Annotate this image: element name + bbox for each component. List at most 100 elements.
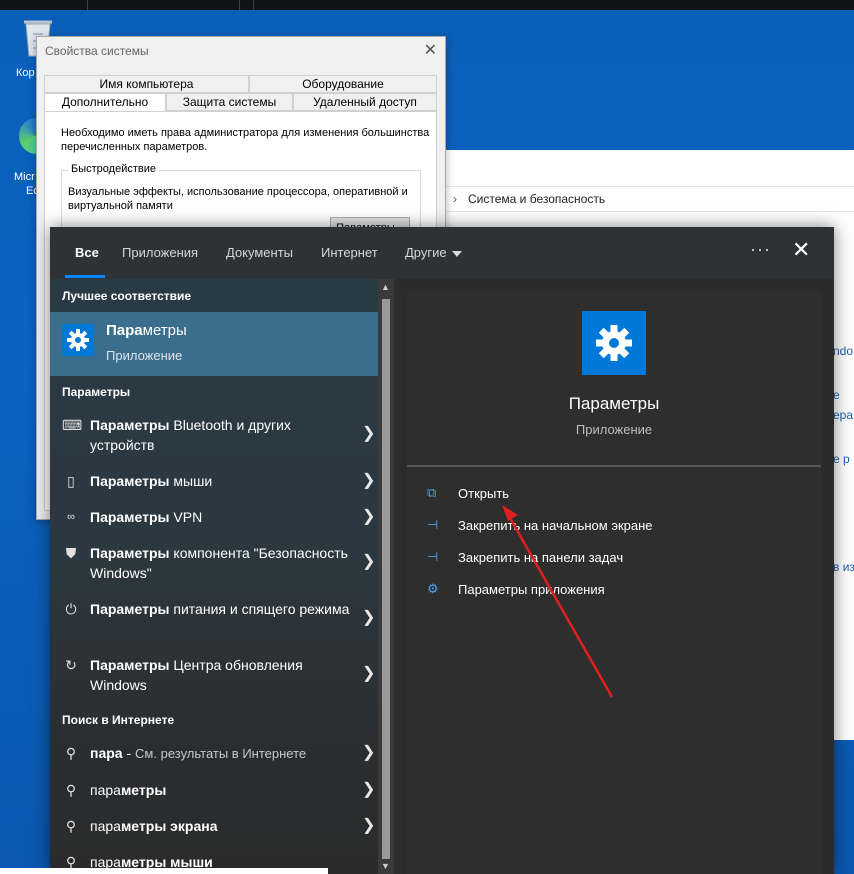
performance-text: Визуальные эффекты, использование процес… [68,186,408,212]
search-header: Все Приложения Документы Интернет Другие… [50,227,834,279]
item-label: пара [90,782,121,798]
web-search-heading: Поиск в Интернете [62,713,175,727]
power-icon: ⏻ [65,601,77,617]
scroll-down-icon[interactable]: ▼ [381,861,390,871]
chevron-right-icon: ❯ [362,553,376,570]
best-match-type: Приложение [106,348,183,363]
chevron-right-icon: ❯ [362,472,376,489]
close-icon[interactable]: ✕ [424,40,437,60]
mouse-icon: ▯ [67,473,75,489]
results-scrollbar[interactable]: ▲ ▼ [378,279,394,874]
more-options-icon[interactable]: ··· [750,239,771,260]
tab-remote-access[interactable]: Удаленный доступ [293,93,437,111]
search-box-edge [0,868,328,874]
chevron-right-icon: ❯ [362,508,376,525]
tab-other[interactable]: Другие [405,245,462,260]
chevron-right-icon: ❯ [362,665,376,682]
best-match-item[interactable]: Параметры Приложение [50,312,378,376]
vpn-icon: ∞ [67,511,75,523]
pin-icon: ⊣ [427,517,439,532]
dialog-title: Свойства системы [45,44,149,58]
tab-documents[interactable]: Документы [226,245,293,260]
chevron-right-icon: ❯ [362,781,376,798]
item-label-bold: Параметры [90,417,170,433]
scrollbar-thumb[interactable] [382,299,390,859]
chevron-right-icon: ❯ [362,425,376,442]
item-label-bold: пара [90,745,123,761]
item-label-bold: метры экрана [120,818,218,834]
edge-label-line1: Micr [14,171,35,183]
list-item[interactable]: ⚲ параметры ❯ [50,780,378,804]
list-item[interactable]: ⚲ пара - См. результаты в Интернете ❯ [50,743,378,767]
list-item[interactable]: ∞ Параметры VPN ❯ [50,507,378,531]
item-label-bold: Параметры [90,657,170,673]
pin-icon: ⊣ [427,549,439,564]
chevron-down-icon [451,250,462,257]
item-label: - [122,745,136,761]
tab-all[interactable]: Все [75,245,99,260]
tab-advanced[interactable]: Дополнительно [44,93,166,111]
best-match-name: Параметры [106,322,187,339]
tab-apps[interactable]: Приложения [122,245,198,260]
settings-app-icon [62,324,94,356]
settings-heading: Параметры [62,385,131,399]
sidebar-link[interactable]: е р [833,452,854,466]
list-item[interactable]: ↻ Параметры Центра обновления Windows ❯ [50,655,378,695]
item-label-bold: Параметры [90,601,170,617]
annotation-arrow [502,505,614,698]
admin-note: Необходимо иметь права администратора дл… [61,127,430,153]
search-icon: ⚲ [65,745,77,761]
list-item[interactable]: ▯ Параметры мыши ❯ [50,471,378,495]
sidebar-link[interactable]: в из [833,560,854,574]
list-item[interactable]: ⏻ Параметры питания и спящего режима ❯ [50,599,378,639]
sidebar-link[interactable]: ndo [833,344,854,358]
breadcrumb-arrow-icon: › [453,192,457,206]
chevron-right-icon: ❯ [362,744,376,761]
detail-title: Параметры [568,394,660,413]
item-label-bold: Параметры [90,473,170,489]
results-list: Лучшее соответствие Параметры Приложение… [50,279,378,874]
detail-subtitle: Приложение [575,422,653,437]
search-icon: ⚲ [65,782,77,798]
scroll-up-icon[interactable]: ▲ [381,282,390,292]
sidebar-link[interactable]: е [833,388,854,402]
breadcrumb[interactable]: Система и безопасность [468,192,605,206]
best-match-heading: Лучшее соответствие [62,289,192,303]
shield-icon: ⛊ [65,545,77,561]
tab-hardware[interactable]: Оборудование [249,75,437,93]
list-item[interactable]: ⚲ параметры экрана ❯ [50,816,378,840]
close-icon[interactable]: ✕ [792,239,810,261]
item-label: питания и спящего режима [169,601,350,617]
active-tab-indicator [65,275,105,278]
item-label-bold: метры [120,782,167,798]
best-match-name-rest: метры [142,322,187,339]
item-label: пара [90,818,121,834]
search-flyout: Все Приложения Документы Интернет Другие… [50,227,834,874]
item-label-bold: Параметры [90,509,170,525]
list-item[interactable]: ⌨ Параметры Bluetooth и других устройств… [50,415,378,455]
taskbar-top-strip [0,0,854,10]
item-label: мыши [169,473,213,489]
settings-app-large-icon [582,311,646,375]
detail-divider [407,465,821,467]
chevron-right-icon: ❯ [362,609,376,626]
search-icon: ⚲ [65,818,77,834]
refresh-icon: ↻ [65,657,77,673]
tab-internet[interactable]: Интернет [321,245,378,260]
address-bar[interactable]: › Система и безопасность [421,186,854,212]
tab-computer-name[interactable]: Имя компьютера [44,75,249,93]
best-match-name-bold: Пара [106,322,143,339]
gear-icon: ⚙ [427,581,439,596]
open-icon: ⧉ [427,485,437,500]
chevron-right-icon: ❯ [362,817,376,834]
sidebar-link[interactable]: ера [833,408,854,422]
performance-title: Быстродействие [68,163,159,175]
tab-other-label: Другие [405,245,447,260]
item-label-bold: Параметры [90,545,170,561]
keyboard-icon: ⌨ [62,417,83,433]
tab-system-protection[interactable]: Защита системы [166,93,293,111]
item-hint: См. результаты в Интернете [135,746,307,761]
item-label: VPN [169,509,203,525]
recycle-bin-label: Кор [16,67,35,79]
list-item[interactable]: ⛊ Параметры компонента "Безопасность Win… [50,543,378,583]
